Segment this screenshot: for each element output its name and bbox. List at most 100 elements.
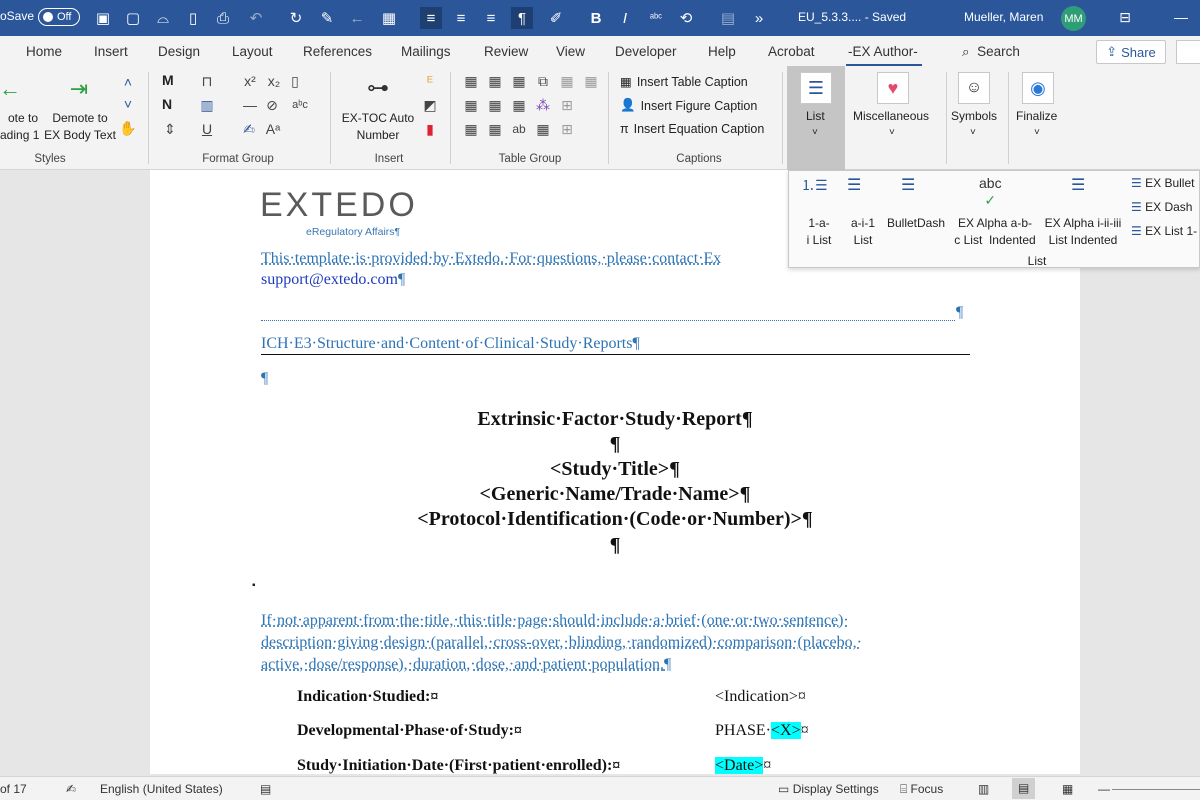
edit-box-icon[interactable]: ◩ <box>420 96 440 114</box>
symbols-button[interactable]: Symbols <box>951 108 997 125</box>
italic-icon[interactable]: I <box>614 7 636 29</box>
demote-body-text-button[interactable]: Demote to EX Body Text <box>44 110 116 144</box>
table-grid-icon[interactable]: ▦ <box>460 120 482 138</box>
spelling-icon[interactable]: ᵃᵇᶜ <box>645 7 667 29</box>
tab-insert[interactable]: Insert <box>94 44 128 59</box>
insert-equation-caption-button[interactable]: π Insert Equation Caption <box>620 122 764 136</box>
proofing-icon[interactable]: ✍ <box>66 782 76 796</box>
insert-table-caption-button[interactable]: ▦ Insert Table Caption <box>620 74 748 90</box>
finalize-button[interactable]: Finalize <box>1016 108 1057 125</box>
chart-icon[interactable]: ▮ <box>420 120 440 138</box>
highlight-color-icon[interactable]: ✐ <box>545 7 567 29</box>
tab-home[interactable]: Home <box>26 44 62 59</box>
toc-structure-icon[interactable]: ⊶ <box>362 72 394 104</box>
format-n-button[interactable]: N <box>162 96 172 113</box>
web-layout-icon[interactable]: ▦ <box>1062 782 1073 796</box>
format-painter-icon[interactable]: ✎ <box>316 7 338 29</box>
table-merge-icon[interactable]: ⊞ <box>556 120 578 138</box>
study-initiation-date-value[interactable]: <Date>¤ <box>715 757 771 775</box>
list-style-1-a-i[interactable]: 1-a- i List <box>797 215 841 249</box>
superscript-icon[interactable]: x² <box>240 72 260 90</box>
print-layout-icon[interactable]: ▤ <box>1012 778 1036 799</box>
list-style-bulletdash[interactable]: BulletDash <box>885 215 947 232</box>
table-grid-icon[interactable]: ▦ <box>508 96 530 114</box>
dash-icon[interactable]: — <box>240 96 260 114</box>
insert-figure-caption-button[interactable]: 👤 Insert Figure Caption <box>620 98 757 113</box>
language-status[interactable]: English (United States) <box>100 782 223 796</box>
autosave-toggle[interactable]: Off <box>38 8 80 26</box>
table-grid-icon[interactable]: ▦ <box>556 72 578 90</box>
list-style-ex-alpha-roman[interactable]: EX Alpha i-ii-iii List Indented <box>1039 215 1127 249</box>
table-grid-icon[interactable]: ▦ <box>484 72 506 90</box>
list-style-ex-alpha-abc[interactable]: EX Alpha a-b- c List Indented <box>951 215 1039 249</box>
display-settings-button[interactable]: ▭ Display Settings <box>778 782 879 796</box>
avatar[interactable]: MM <box>1061 6 1086 31</box>
ex-dash-option[interactable]: ☰ EX Dash <box>1131 199 1192 216</box>
more-commands-icon[interactable]: » <box>748 7 770 29</box>
miscellaneous-button[interactable]: Miscellaneous <box>853 108 929 125</box>
redo-icon[interactable]: ↻ <box>285 7 307 29</box>
table-grid-icon[interactable]: ▦ <box>484 96 506 114</box>
search-box[interactable]: ⌕ Search <box>962 44 1020 60</box>
subscript-icon[interactable]: x₂ <box>264 72 284 90</box>
spacing-icon[interactable]: ⇕ <box>160 120 180 138</box>
table-text-icon[interactable]: ab <box>508 120 530 138</box>
table-grid-icon[interactable]: ▦ <box>484 120 506 138</box>
table-grid-icon[interactable]: ▦ <box>532 120 554 138</box>
zoom-slider[interactable] <box>1112 789 1200 790</box>
tab-acrobat[interactable]: Acrobat <box>768 44 815 59</box>
hand-icon[interactable]: ✋ <box>119 120 136 136</box>
insert-table-icon[interactable]: ▦ <box>378 7 400 29</box>
track-changes-icon[interactable]: ⟲ <box>675 7 697 29</box>
table-grid-icon[interactable]: ▦ <box>508 72 530 90</box>
list-style-a-i-1[interactable]: a-i-1 List <box>841 215 885 249</box>
highlighter-icon[interactable]: ✍ <box>238 120 260 138</box>
align-right-icon[interactable]: ≡ <box>480 7 502 29</box>
tab-review[interactable]: Review <box>484 44 528 59</box>
show-paragraph-marks-icon[interactable]: ¶ <box>511 7 533 29</box>
page-count[interactable]: of 17 <box>0 782 27 796</box>
table-delete-icon[interactable]: ▦ <box>580 72 602 90</box>
tab-developer[interactable]: Developer <box>615 44 677 59</box>
promote-heading-button[interactable]: ote to ading 1 <box>0 110 39 144</box>
save-icon[interactable]: ▣ <box>92 7 114 29</box>
read-mode-icon[interactable]: ▥ <box>978 782 989 796</box>
customize-icon[interactable]: ▤ <box>717 7 739 29</box>
chevron-down-icon[interactable]: ˅ <box>120 96 136 112</box>
user-name[interactable]: Mueller, Maren <box>964 10 1043 24</box>
tab-view[interactable]: View <box>556 44 585 59</box>
table-grid-icon[interactable]: ▦ <box>460 96 482 114</box>
demote-arrow-icon[interactable]: ⇥ <box>60 76 98 102</box>
undo-icon[interactable]: ↶ <box>245 7 267 29</box>
nonbreaking-icon[interactable]: ⊘ <box>262 96 282 114</box>
macro-icon[interactable]: ▤ <box>260 782 271 796</box>
chevron-up-icon[interactable]: ˄ <box>120 74 136 90</box>
tab-references[interactable]: References <box>303 44 372 59</box>
character-case-icon[interactable]: aᵇc <box>286 96 314 114</box>
page-icon[interactable]: ▯ <box>286 72 304 90</box>
table-properties-icon[interactable]: ▥ <box>196 96 218 114</box>
table-copy-icon[interactable]: ⧉ <box>532 72 554 90</box>
table-grid-icon[interactable]: ▦ <box>460 72 482 90</box>
print-preview-icon[interactable]: ⎙ <box>212 7 234 29</box>
minimize-icon[interactable]: — <box>1166 6 1196 28</box>
promote-arrow-icon[interactable]: ← <box>0 76 21 102</box>
tab-mailings[interactable]: Mailings <box>401 44 451 59</box>
ex-list-1-option[interactable]: ☰ EX List 1- <box>1131 223 1197 240</box>
table-split-icon[interactable]: ⊞ <box>556 96 578 114</box>
ex-toc-auto-number-button[interactable]: EX-TOC Auto Number <box>338 110 418 144</box>
support-email-link[interactable]: support@extedo.com¶ <box>261 271 405 289</box>
share-button[interactable]: ⇪ Share <box>1096 40 1166 64</box>
format-m-button[interactable]: M <box>162 72 174 89</box>
align-left-icon[interactable]: ≡ <box>420 7 442 29</box>
tab-design[interactable]: Design <box>158 44 200 59</box>
column-break-icon[interactable]: ⊓ <box>196 72 218 90</box>
tab-ex-author[interactable]: -EX Author- <box>848 44 918 59</box>
comments-button[interactable] <box>1176 40 1200 64</box>
ex-bullet-option[interactable]: ☰ EX Bullet <box>1131 175 1194 192</box>
indication-value[interactable]: <Indication>¤ <box>715 688 806 706</box>
font-size-icon[interactable]: Aᵃ <box>262 120 284 138</box>
ribbon-display-icon[interactable]: ⊟ <box>1110 6 1140 28</box>
tab-help[interactable]: Help <box>708 44 736 59</box>
open-folder-icon[interactable]: ⌓ <box>152 7 174 29</box>
